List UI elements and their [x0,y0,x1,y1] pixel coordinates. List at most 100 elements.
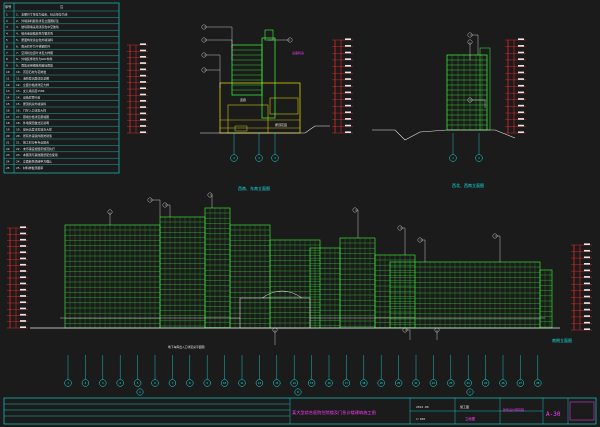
notes-header-content: 注 [60,4,64,9]
level-label [140,68,146,71]
level-label [140,55,146,58]
grid-bubble-label: 7 [172,381,174,385]
note-row: 1. 本图尺寸单位为毫米，标高单位为米 [16,11,68,16]
level-label [140,106,146,108]
note-row: 10. 首层石材为花岗岩 [16,69,46,74]
level-label [584,295,590,298]
note-row: 6. 阳台栏杆为不锈钢栏杆 [16,43,50,48]
leader-line [405,329,411,340]
level-label [345,84,351,87]
level-label [345,45,351,47]
level-label [20,251,26,253]
level-label [20,276,26,278]
grid-bubble-label: 22 [432,381,436,385]
note-row: 15. 屋顶机房外墙涂料 [16,101,46,106]
level-label [20,326,26,328]
note-row: 9. 雨篷采用钢结构玻璃雨篷 [16,63,53,68]
note-number: 18 [6,121,10,125]
note-number: 2 [6,19,8,23]
level-label [345,58,351,60]
level-label [518,131,524,133]
grid-bubble-label: 1 [452,156,454,160]
note-number: 7 [6,51,8,55]
grid-bubble-label: 2 [478,156,480,160]
level-label [140,99,146,102]
note-number: 4 [6,32,8,36]
note-row: 24. 立面颜色须经甲方确认 [16,159,52,164]
level-label [20,301,26,303]
callout-plant-room: 设备机房 [292,50,304,55]
grid-bubble-label: 17 [345,381,349,385]
note-row: 21. 施工时与各专业配合 [16,139,49,144]
level-label [584,263,590,265]
level-label [584,328,590,330]
note-row: 3. 玻璃幕墙采用浅灰色中空玻璃 [16,24,59,29]
level-label [345,78,351,80]
grid-bubble-label: 6 [154,381,156,385]
note-row: 16. 门厅入口详见大样 [16,107,46,112]
leader-line [495,235,501,262]
note-number: 15 [6,102,10,106]
building-block [339,237,376,329]
level-label [345,91,351,94]
level-label [518,98,524,100]
cad-drawing-viewport[interactable]: 序号 注 1. 本图尺寸单位为毫米，标高单位为米 1 2. 外墙涂料颜色详见立面图标… [0,0,600,427]
level-label [20,226,26,228]
level-label [345,124,351,127]
grid-bubble-label: 3 [274,156,276,160]
level-label [140,62,146,64]
note-number: 19 [6,128,10,132]
note-number: 25 [6,166,10,170]
level-label [140,81,146,83]
grid-bubble-label: 1 [67,381,69,385]
note-number: 24 [6,160,10,164]
note-number: 11 [6,76,10,80]
grid-bubble-label: C [469,390,471,394]
grid-bubble-label: 21 [414,381,418,385]
level-label [20,295,26,297]
note-number: 17 [6,115,10,119]
grid-bubble-label: 2 [85,381,87,385]
level-label [140,93,146,96]
note-number: 12 [6,83,10,87]
level-label [140,43,146,45]
caption-west-south: 西南、东南立面图 [238,185,270,191]
grid-bubble-label: 19 [380,381,384,385]
note-row: 20. 所有外露铁件刷防锈漆 [16,133,52,138]
level-label [20,307,26,310]
note-number: 8 [6,57,8,61]
level-label [140,112,146,115]
leader-line [470,99,486,108]
note-number: 3 [6,25,8,29]
building-block [159,216,206,329]
level-label [20,320,26,322]
grid-bubble-label: 20 [397,381,401,385]
level-label [584,276,590,278]
leader-line [165,204,171,217]
level-label [345,64,351,67]
grid-bubble-label: 10 [223,381,227,385]
note-number: 23 [6,153,10,157]
note-number: 14 [6,96,10,100]
level-label [345,118,351,120]
grid-bubble-label: B [297,390,299,394]
title-scale: 1:100 [416,417,425,421]
leader-line [150,199,161,217]
note-row: 5. 屋面构架涂白色外墙涂料 [16,37,53,42]
grid-bubble-label: 2 [233,156,235,160]
note-row: 12. 立面分格线详见大样 [16,82,49,87]
grid-bubble-label: 9 [206,381,208,385]
level-label [518,111,524,114]
level-label [584,321,590,324]
level-label [518,118,524,120]
note-number: 22 [6,147,10,151]
elevation-west-north: 1 2 西北、西南立面图 [372,32,526,188]
level-label [140,125,146,127]
grid-bubble-label: 12 [258,381,262,385]
level-label [518,58,524,60]
note-row: 18. 外墙保温做法见说明 [16,120,49,125]
level-label [345,51,351,54]
grid-bubble-label: 23 [449,381,453,385]
level-label [20,313,26,316]
level-label [140,49,146,52]
